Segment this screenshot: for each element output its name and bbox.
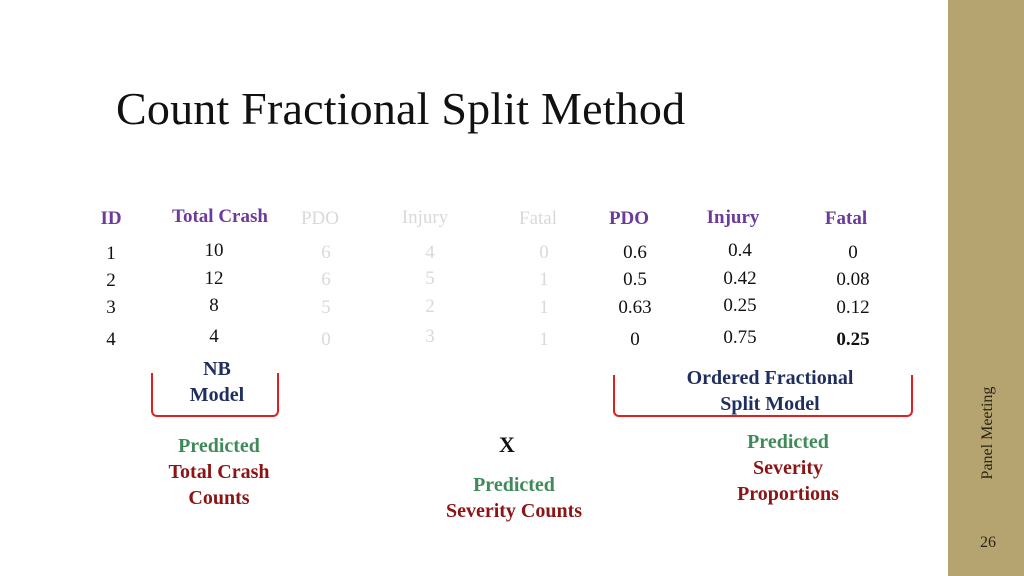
cell-id: 4 <box>106 329 116 350</box>
cell-pdo-count: 5 <box>321 297 331 318</box>
cell-fatal-count: 1 <box>539 269 549 290</box>
cell-injury-prop: 0.25 <box>723 295 757 316</box>
cell-total-crash: 12 <box>204 268 224 289</box>
cell-fatal-prop: 0 <box>848 242 858 263</box>
predicted-total-line3: Counts <box>188 487 250 509</box>
cell-total-crash: 8 <box>209 295 219 316</box>
cell-pdo-prop: 0.63 <box>618 297 652 318</box>
cell-fatal-prop: 0.12 <box>836 297 870 318</box>
cell-injury-prop: 0.42 <box>723 268 757 289</box>
header-pdo-count: PDO <box>300 208 340 229</box>
ofs-model-line2: Split Model <box>720 393 820 415</box>
ofs-model-line1: Ordered Fractional <box>686 367 854 389</box>
cell-total-crash: 10 <box>204 240 224 261</box>
cell-pdo-prop: 0.5 <box>623 269 647 290</box>
nb-model-line2: Model <box>189 384 245 406</box>
header-fatal-prop: Fatal <box>824 208 868 229</box>
cell-pdo-prop: 0.6 <box>623 242 647 263</box>
slide-title: Count Fractional Split Method <box>116 83 686 134</box>
sidebar-band <box>948 0 1024 576</box>
cell-injury-count: 5 <box>425 268 435 289</box>
header-injury-prop: Injury <box>706 207 760 228</box>
predicted-severity-props-line1: Predicted <box>747 431 829 453</box>
nb-model-line1: NB <box>203 358 231 380</box>
predicted-severity-counts-line1: Predicted <box>473 474 555 496</box>
nb-model-label: NB Model <box>190 356 244 408</box>
page-number: 26 <box>980 534 996 551</box>
predicted-severity-counts: Predicted Severity Counts <box>446 472 582 524</box>
cell-fatal-prop: 0.25 <box>836 329 870 350</box>
cell-fatal-count: 1 <box>539 297 549 318</box>
cell-fatal-count: 0 <box>539 242 549 263</box>
cell-pdo-count: 6 <box>321 269 331 290</box>
cell-injury-count: 2 <box>425 296 435 317</box>
predicted-severity-props-line2: Severity <box>753 457 823 479</box>
ofs-model-label: Ordered Fractional Split Model <box>687 365 854 417</box>
predicted-severity-props-line3: Proportions <box>737 483 839 505</box>
predicted-total-line1: Predicted <box>178 435 260 457</box>
cell-injury-count: 4 <box>425 242 435 263</box>
cell-injury-count: 3 <box>425 326 435 347</box>
cell-injury-prop: 0.4 <box>728 240 752 261</box>
cell-id: 1 <box>106 243 116 264</box>
sidebar-label: Panel Meeting <box>979 386 996 480</box>
header-total-crash: Total Crash <box>172 206 268 227</box>
cell-fatal-count: 1 <box>539 329 549 350</box>
predicted-severity-proportions: Predicted Severity Proportions <box>737 429 839 507</box>
cell-pdo-prop: 0 <box>630 329 640 350</box>
predicted-severity-counts-line2: Severity Counts <box>445 500 583 522</box>
predicted-total-counts: Predicted Total Crash Counts <box>169 433 270 511</box>
cell-pdo-count: 0 <box>321 329 331 350</box>
header-fatal-count: Fatal <box>519 208 557 229</box>
cell-id: 2 <box>106 270 116 291</box>
header-pdo-prop: PDO <box>608 208 650 229</box>
header-injury-count: Injury <box>401 207 449 228</box>
header-id: ID <box>100 208 122 229</box>
cell-total-crash: 4 <box>209 326 219 347</box>
cell-pdo-count: 6 <box>321 242 331 263</box>
predicted-total-line2: Total Crash <box>168 461 270 483</box>
multiply-sign: X <box>499 432 515 457</box>
cell-injury-prop: 0.75 <box>723 327 757 348</box>
cell-id: 3 <box>106 297 116 318</box>
cell-fatal-prop: 0.08 <box>836 269 870 290</box>
